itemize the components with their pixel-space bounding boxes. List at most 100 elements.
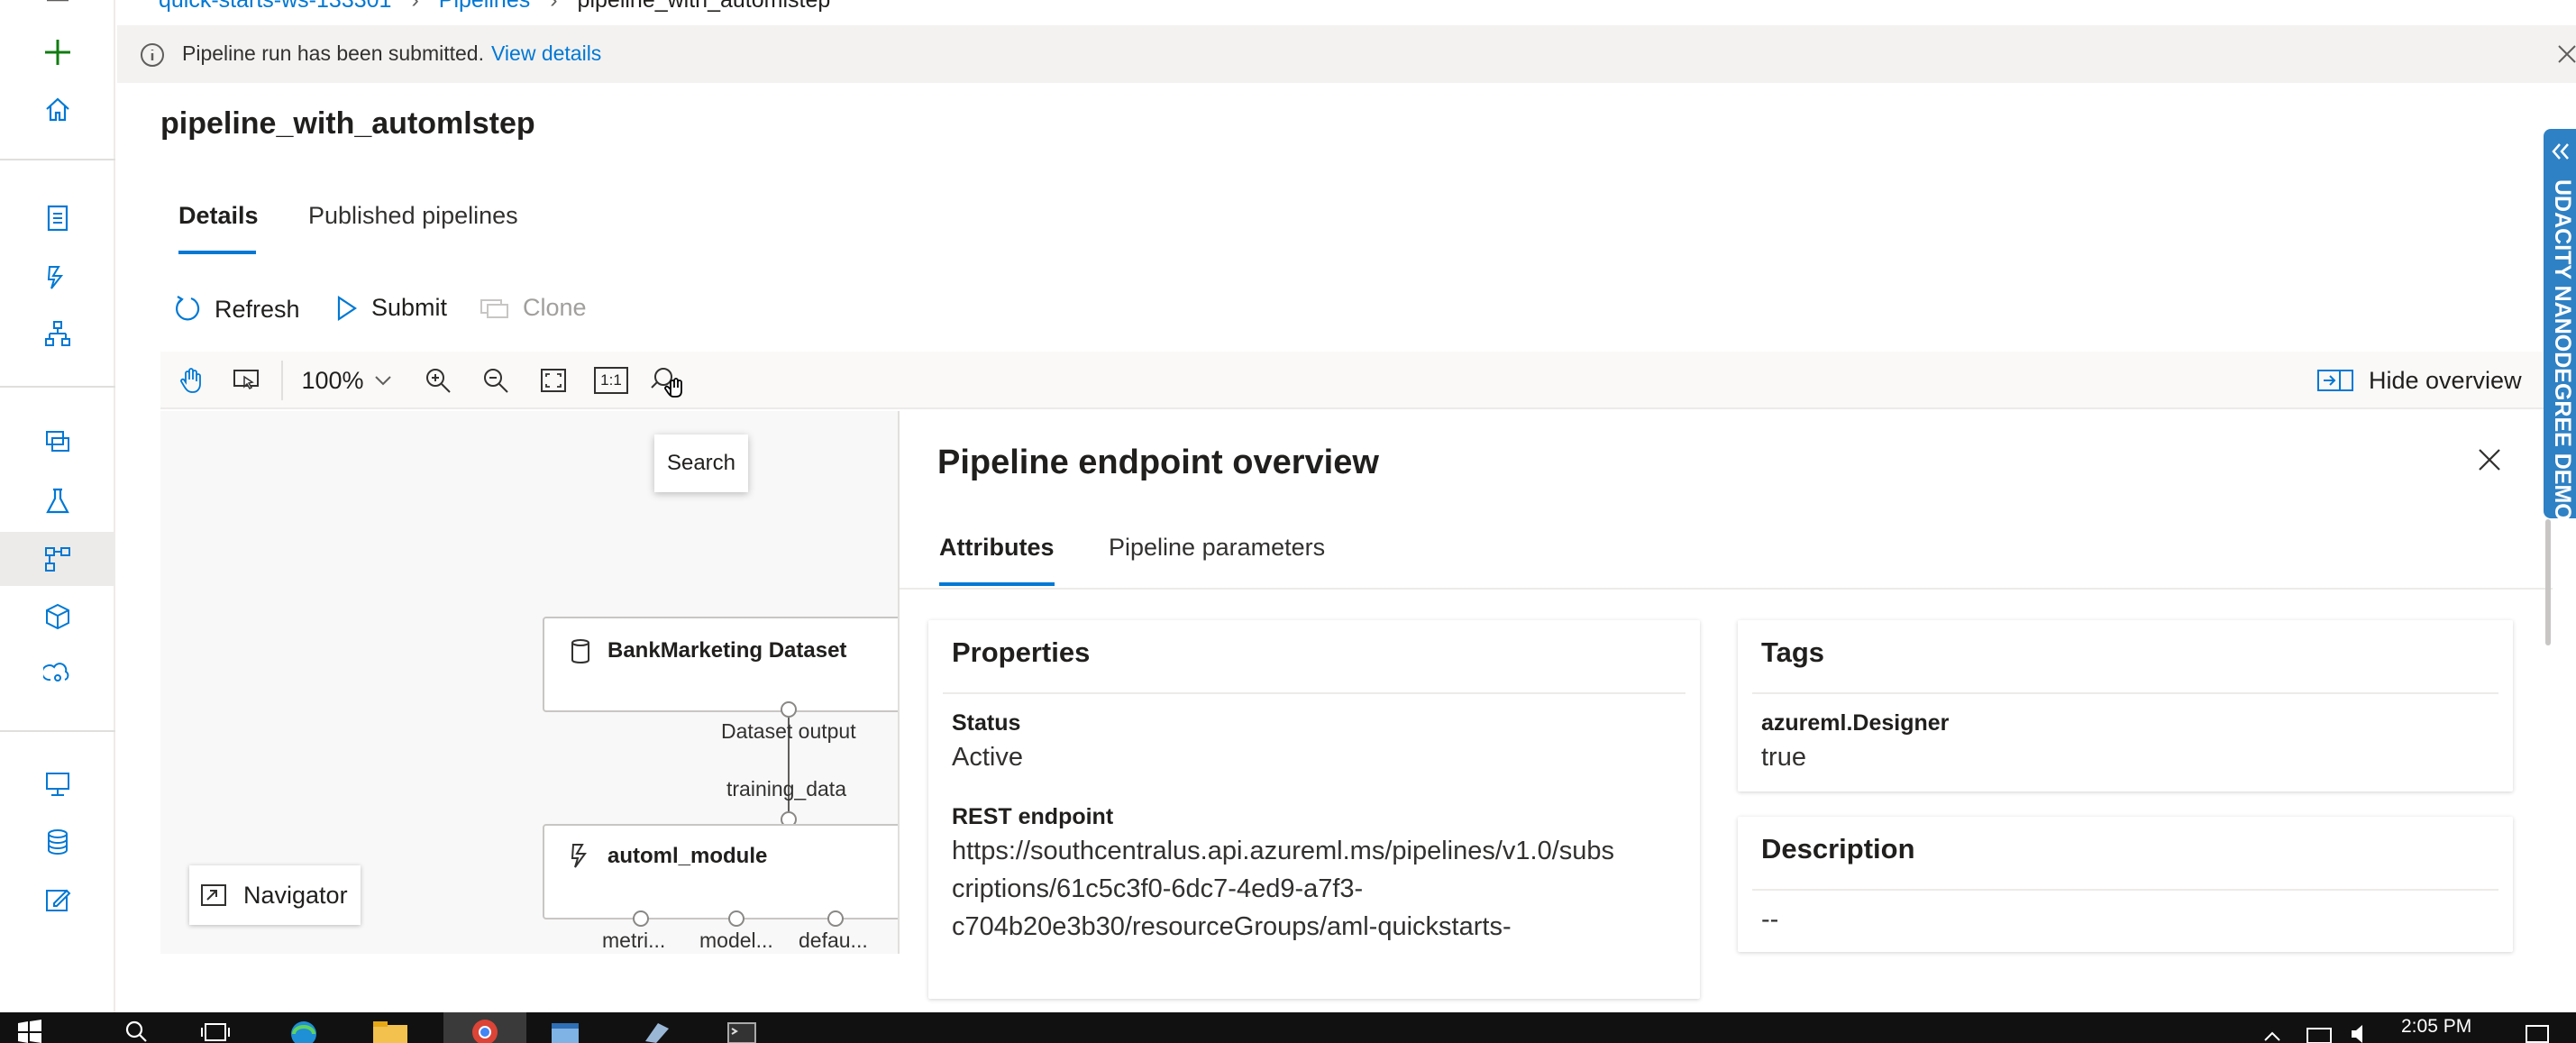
side-banner[interactable]: UDACITY NANODEGREE DEMO bbox=[2544, 129, 2576, 521]
description-value: -- bbox=[1761, 905, 1779, 934]
plus-icon[interactable] bbox=[38, 32, 78, 72]
output-port[interactable] bbox=[633, 910, 649, 927]
zoom-out-icon[interactable] bbox=[476, 361, 516, 400]
breadcrumb-workspace[interactable]: quick-starts-ws-133301 bbox=[159, 0, 391, 13]
hamburger-icon[interactable] bbox=[38, 0, 78, 20]
output-port[interactable] bbox=[728, 910, 744, 927]
tab-published-pipelines[interactable]: Published pipelines bbox=[308, 202, 518, 230]
tabs-divider bbox=[900, 588, 2553, 590]
actual-size-button[interactable]: 1:1 bbox=[591, 361, 631, 400]
card-divider bbox=[1752, 692, 2498, 694]
notification-bar: Pipeline run has been submitted. View det… bbox=[117, 25, 2576, 83]
model-output-label: model... bbox=[699, 929, 773, 952]
automl-icon bbox=[571, 844, 587, 868]
tags-heading: Tags bbox=[1761, 636, 1825, 668]
dataset-node-name: BankMarketing Dataset bbox=[607, 638, 847, 663]
chevron-down-icon bbox=[374, 376, 391, 386]
automl-node-name: automl_module bbox=[607, 844, 768, 868]
refresh-label: Refresh bbox=[215, 295, 300, 323]
tab-pipeline-parameters[interactable]: Pipeline parameters bbox=[1109, 534, 1325, 562]
view-details-link[interactable]: View details bbox=[491, 41, 601, 65]
overview-title: Pipeline endpoint overview bbox=[937, 444, 1379, 481]
card-divider bbox=[1752, 889, 2498, 891]
automl-icon[interactable] bbox=[38, 258, 78, 297]
pan-hand-icon[interactable] bbox=[171, 361, 211, 400]
chevron-up-icon[interactable] bbox=[2262, 1029, 2282, 1043]
chrome-browser-icon[interactable] bbox=[443, 1012, 526, 1043]
rest-endpoint-line: c704b20e3b30/resourceGroups/aml-quicksta… bbox=[952, 912, 1512, 941]
rail-divider bbox=[0, 159, 115, 160]
file-explorer-icon[interactable] bbox=[370, 1018, 424, 1043]
windows-taskbar: 2:05 PM bbox=[0, 1012, 2576, 1043]
refresh-button[interactable]: Refresh bbox=[171, 294, 300, 325]
clone-label: Clone bbox=[523, 294, 587, 321]
endpoints-icon[interactable] bbox=[38, 654, 78, 694]
clone-button[interactable]: Clone bbox=[480, 294, 587, 322]
windows-start-icon[interactable] bbox=[16, 1020, 43, 1043]
fit-to-screen-icon[interactable] bbox=[534, 361, 573, 400]
automl-node[interactable]: automl_module bbox=[543, 824, 921, 919]
search-icon[interactable] bbox=[647, 361, 687, 400]
models-icon[interactable] bbox=[38, 597, 78, 636]
clone-icon bbox=[480, 298, 508, 318]
tab-attributes[interactable]: Attributes bbox=[939, 534, 1055, 562]
dataset-output-label: Dataset output bbox=[721, 719, 856, 743]
actual-size-label: 1:1 bbox=[594, 367, 628, 394]
hide-overview-button[interactable]: Hide overview bbox=[2316, 361, 2533, 400]
panel-scrollbar[interactable] bbox=[2545, 519, 2551, 645]
status-label: Status bbox=[952, 710, 1021, 736]
labeling-icon[interactable] bbox=[38, 880, 78, 919]
panel-icon bbox=[2317, 370, 2353, 391]
zoom-in-icon[interactable] bbox=[418, 361, 458, 400]
datastores-icon[interactable] bbox=[38, 822, 78, 862]
notification-message: Pipeline run has been submitted. bbox=[182, 41, 484, 65]
network-icon[interactable] bbox=[2304, 1025, 2334, 1043]
notebook-icon[interactable] bbox=[38, 198, 78, 238]
select-icon[interactable] bbox=[227, 361, 267, 400]
tags-card: Tags azureml.Designer true bbox=[1738, 620, 2513, 791]
datasets-icon[interactable] bbox=[38, 422, 78, 462]
home-icon[interactable] bbox=[38, 90, 78, 130]
app-icon[interactable] bbox=[636, 1018, 690, 1043]
rest-endpoint-line: criptions/61c5c3f0-6dc7-4ed9-a7f3- bbox=[952, 874, 1364, 903]
output-port[interactable] bbox=[827, 910, 844, 927]
rest-endpoint-line: https://southcentralus.api.azureml.ms/pi… bbox=[952, 837, 1615, 865]
app-icon[interactable] bbox=[544, 1018, 598, 1043]
volume-icon[interactable] bbox=[2349, 1023, 2370, 1043]
tab-details[interactable]: Details bbox=[178, 202, 259, 230]
info-icon bbox=[139, 41, 166, 69]
properties-heading: Properties bbox=[952, 636, 1091, 668]
search-tooltip: Search bbox=[654, 435, 748, 492]
tab-underline bbox=[939, 582, 1055, 586]
close-icon[interactable] bbox=[2477, 447, 2502, 472]
designer-icon[interactable] bbox=[38, 314, 78, 353]
search-icon[interactable] bbox=[124, 1020, 148, 1043]
rest-endpoint-label: REST endpoint bbox=[952, 804, 1114, 829]
compute-icon[interactable] bbox=[38, 764, 78, 804]
tag-value: true bbox=[1761, 743, 1806, 772]
dataset-node[interactable]: BankMarketing Dataset bbox=[543, 617, 921, 712]
description-card: Description -- bbox=[1738, 817, 2513, 952]
pipelines-icon[interactable] bbox=[38, 539, 78, 579]
tab-underline bbox=[178, 251, 256, 254]
submit-button[interactable]: Submit bbox=[335, 294, 447, 322]
task-view-icon[interactable] bbox=[200, 1021, 231, 1043]
rail-divider bbox=[0, 386, 115, 388]
toolbar-divider bbox=[281, 361, 283, 400]
edge-browser-icon[interactable] bbox=[283, 1018, 337, 1043]
hide-overview-label: Hide overview bbox=[2369, 366, 2522, 394]
zoom-dropdown[interactable]: 100% bbox=[287, 361, 407, 400]
navigator-button[interactable]: Navigator bbox=[189, 865, 361, 925]
default-output-label: defau... bbox=[799, 929, 868, 952]
description-heading: Description bbox=[1761, 833, 1915, 865]
canvas-toolbar: 100% 1:1 Hide overview bbox=[160, 352, 2551, 409]
breadcrumb-pipelines[interactable]: Pipelines bbox=[439, 0, 530, 13]
notification-text: Pipeline run has been submitted. View det… bbox=[182, 41, 601, 66]
zoom-value: 100% bbox=[301, 366, 364, 394]
terminal-icon[interactable] bbox=[721, 1018, 775, 1043]
notifications-icon[interactable] bbox=[2524, 1023, 2551, 1043]
close-icon[interactable] bbox=[2556, 43, 2576, 65]
output-port[interactable] bbox=[781, 701, 797, 718]
experiments-icon[interactable] bbox=[38, 481, 78, 521]
side-banner-text: UDACITY NANODEGREE DEMO bbox=[2550, 179, 2575, 521]
